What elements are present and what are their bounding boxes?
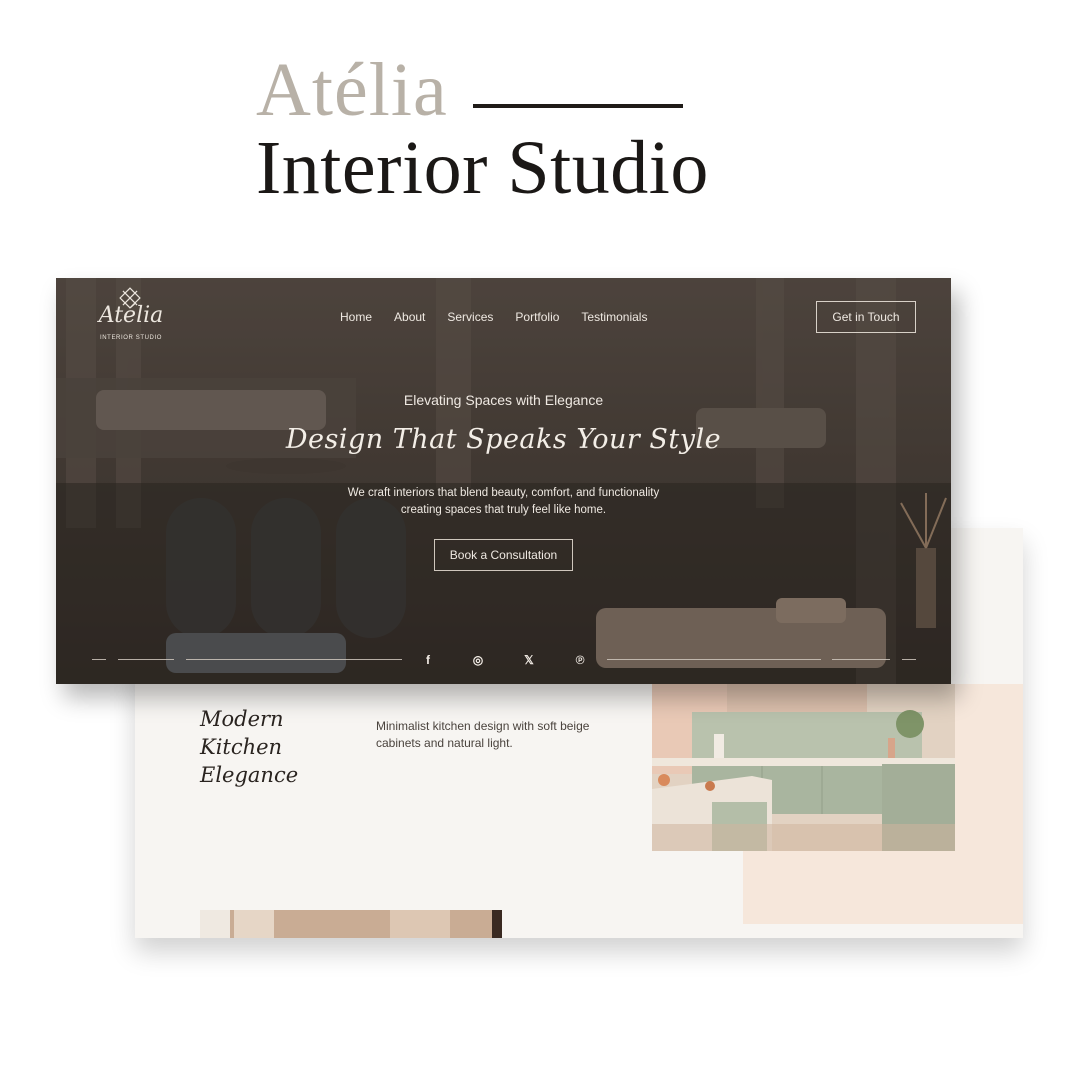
social-divider bbox=[607, 659, 821, 660]
next-project-illustration bbox=[200, 910, 502, 938]
next-project-image[interactable] bbox=[200, 910, 502, 938]
project-description: Minimalist kitchen design with soft beig… bbox=[376, 719, 590, 750]
project-title: Modern Kitchen Elegance bbox=[200, 705, 370, 789]
site-logo[interactable]: Atélia INTERIOR STUDIO bbox=[95, 287, 167, 345]
logo-wordmark: Atélia bbox=[98, 303, 164, 328]
kitchen-illustration bbox=[652, 684, 955, 851]
instagram-icon[interactable]: ◎ bbox=[469, 651, 487, 669]
nav-home[interactable]: Home bbox=[340, 310, 372, 324]
hero-description-line-2: creating spaces that truly feel like hom… bbox=[400, 504, 607, 516]
nav-portfolio[interactable]: Portfolio bbox=[515, 310, 559, 324]
social-divider bbox=[902, 659, 916, 660]
nav-about[interactable]: About bbox=[394, 310, 425, 324]
get-in-touch-button[interactable]: Get in Touch bbox=[816, 301, 916, 333]
hero-description-line-1: We craft interiors that blend beauty, co… bbox=[347, 487, 660, 499]
brand-title-line-1: Atélia bbox=[256, 48, 448, 132]
social-divider bbox=[92, 659, 106, 660]
social-divider bbox=[832, 659, 890, 660]
nav-services[interactable]: Services bbox=[447, 310, 493, 324]
nav-testimonials[interactable]: Testimonials bbox=[581, 310, 647, 324]
social-divider bbox=[118, 659, 174, 660]
logo-subtitle: INTERIOR STUDIO bbox=[99, 335, 162, 341]
hero-description: We craft interiors that blend beauty, co… bbox=[340, 485, 667, 519]
title-divider bbox=[473, 104, 683, 108]
hero-headline: Design That Speaks Your Style bbox=[285, 424, 722, 455]
hero-section bbox=[56, 278, 951, 684]
book-consultation-button[interactable]: Book a Consultation bbox=[434, 539, 573, 571]
project-title-line-2: Elegance bbox=[200, 763, 299, 787]
hero-background-image bbox=[56, 278, 951, 684]
facebook-icon[interactable]: f bbox=[419, 651, 437, 669]
project-title-line-1: Modern Kitchen bbox=[200, 707, 284, 759]
kitchen-image[interactable] bbox=[652, 684, 955, 851]
pinterest-icon[interactable]: ℗ bbox=[571, 651, 589, 669]
brand-title-line-2: Interior Studio bbox=[256, 126, 709, 210]
x-icon[interactable]: 𝕏 bbox=[520, 651, 538, 669]
social-divider bbox=[186, 659, 402, 660]
hero-kicker: Elevating Spaces with Elegance bbox=[403, 392, 604, 408]
main-nav: Home About Services Portfolio Testimonia… bbox=[340, 310, 647, 324]
